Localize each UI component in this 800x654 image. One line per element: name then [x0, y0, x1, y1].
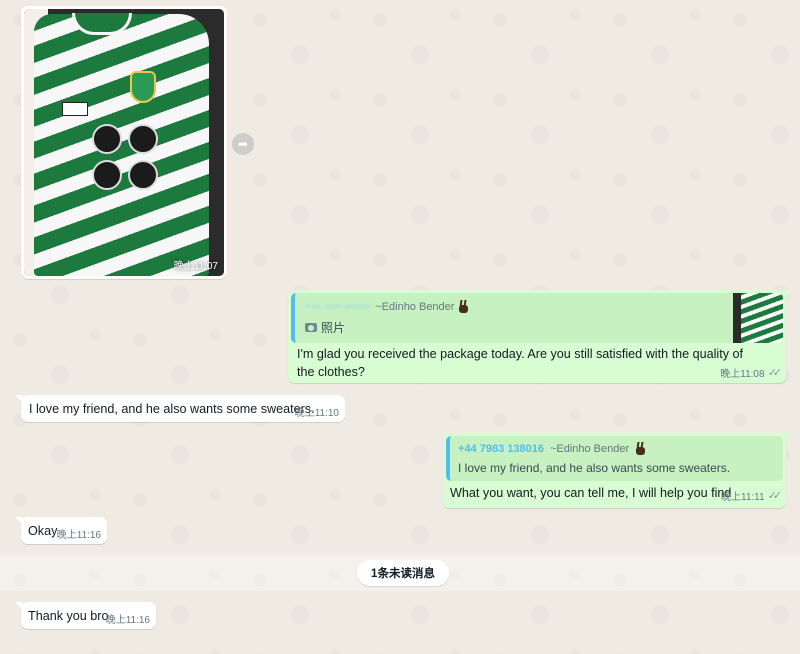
- quote-media-label: 照片: [321, 321, 346, 335]
- message-meta: 晚上11:16: [106, 611, 150, 626]
- quote-text: I love my friend, and he also wants some…: [458, 461, 731, 475]
- sponsor-logo-icon: [92, 124, 170, 196]
- incoming-message[interactable]: Thank you bro 晚上11:16: [15, 602, 156, 629]
- victory-hand-icon: [635, 442, 646, 456]
- quote-sender-name: ~Edinho Bender: [375, 301, 455, 313]
- incoming-message[interactable]: Okay 晚上11:16: [15, 517, 107, 544]
- message-text: Thank you bro: [28, 609, 109, 623]
- image-message[interactable]: 晚上11:07: [21, 6, 227, 279]
- message-time: 晚上11:11: [721, 492, 765, 503]
- quote-header: +44 7983 138016 ~Edinho Bender: [458, 442, 646, 456]
- message-time: 晚上11:16: [105, 615, 150, 626]
- outgoing-message[interactable]: +44 7983 138016 ~Edinho Bender I love my…: [443, 433, 792, 508]
- message-text: I love my friend, and he also wants some…: [29, 402, 315, 416]
- message-meta: 晚上11:11 ✓✓: [721, 488, 783, 503]
- brand-logo-icon: [62, 102, 88, 116]
- double-check-icon: ✓✓: [767, 490, 783, 502]
- incoming-message[interactable]: I love my friend, and he also wants some…: [15, 395, 345, 422]
- message-time: 晚上11:10: [294, 408, 339, 419]
- message-meta: 晚上11:08 ✓✓: [720, 365, 783, 380]
- camera-icon: [305, 323, 317, 332]
- jersey-photo[interactable]: 晚上11:07: [24, 9, 224, 276]
- message-time: 晚上11:08: [720, 369, 765, 380]
- quote-sender-phone: +•• •••• ••••••: [305, 301, 372, 313]
- quoted-message[interactable]: +•• •••• •••••• ~Edinho Bender 照片: [291, 293, 783, 343]
- message-time: 晚上11:16: [56, 530, 101, 541]
- message-text: What you want, you can tell me, I will h…: [450, 486, 732, 500]
- message-meta: 晚上11:10: [295, 404, 339, 419]
- message-meta: 晚上11:16: [57, 526, 101, 541]
- double-check-icon: ✓✓: [767, 367, 783, 379]
- message-time: 晚上11:07: [173, 261, 218, 272]
- message-text: Okay: [28, 524, 58, 538]
- message-text: I'm glad you received the package today.…: [297, 347, 743, 379]
- quote-header: +•• •••• •••••• ~Edinho Bender: [305, 300, 469, 314]
- outgoing-message[interactable]: +•• •••• •••••• ~Edinho Bender 照片 I'm gl…: [288, 290, 792, 383]
- quote-sender-name: ~Edinho Bender: [549, 443, 630, 455]
- quote-thumbnail: [733, 293, 783, 343]
- forward-arrow-icon[interactable]: ➦: [232, 133, 254, 155]
- quote-sender-phone: +44 7983 138016: [458, 443, 544, 455]
- quote-body: 照片: [305, 319, 345, 336]
- quoted-message[interactable]: +44 7983 138016 ~Edinho Bender I love my…: [446, 436, 783, 481]
- club-crest-icon: [130, 71, 156, 103]
- unread-count-badge: 1条未读消息: [357, 560, 449, 586]
- victory-hand-icon: [458, 300, 469, 314]
